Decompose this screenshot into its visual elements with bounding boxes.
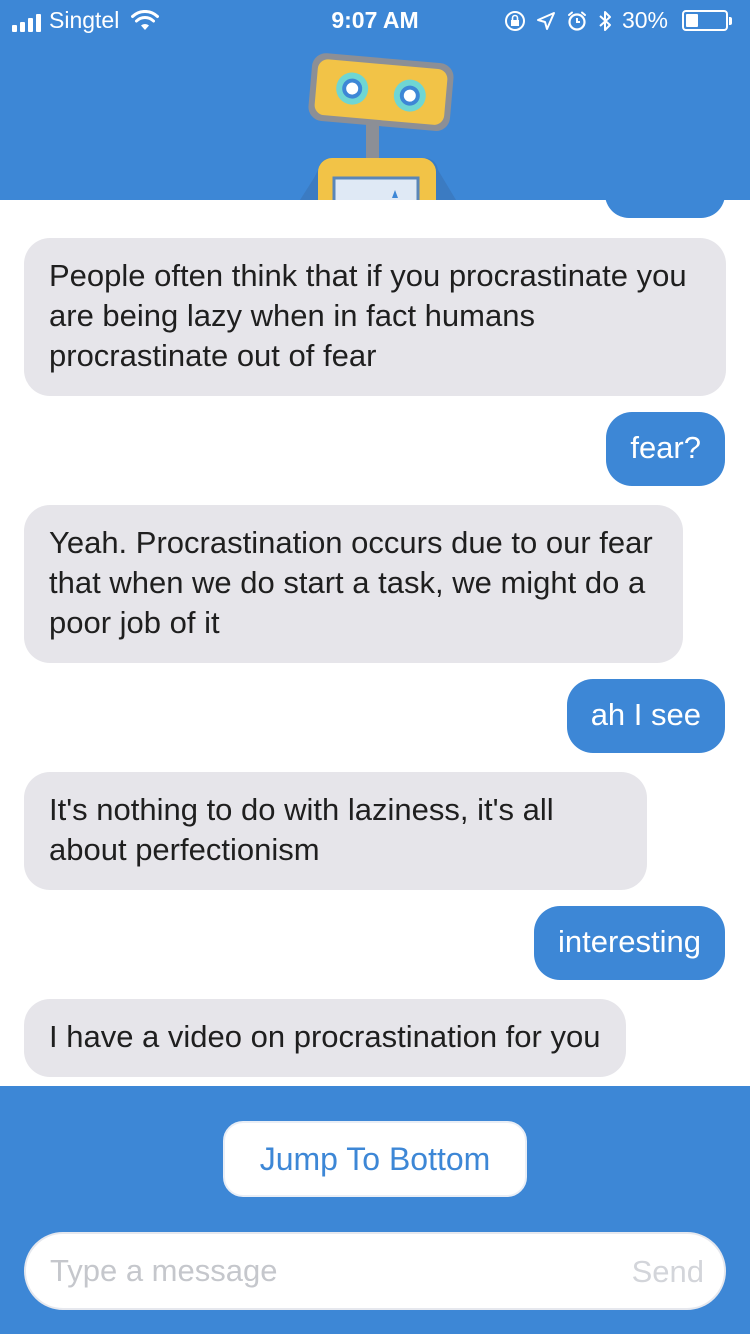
user-message-bubble: interesting [533, 906, 725, 980]
bot-message-bubble: It's nothing to do with laziness, it's a… [24, 772, 647, 890]
robot-mascot-icon [300, 53, 456, 200]
message-text: I have a video on procrastination for yo… [49, 1019, 601, 1054]
message-text: fear? [630, 430, 701, 465]
chat-footer: Jump To Bottom Send [0, 1086, 750, 1334]
app-header: Singtel 9:07 AM 30% [0, 0, 750, 200]
message-input[interactable] [50, 1246, 610, 1296]
user-message-bubble-clipped [605, 200, 725, 218]
message-text: ah I see [590, 697, 701, 732]
message-text: It's nothing to do with laziness, it's a… [49, 792, 554, 867]
user-message-bubble: ah I see [566, 679, 725, 753]
bot-message-bubble: I have a video on procrastination for yo… [24, 999, 627, 1077]
message-text: Yeah. Procrastination occurs due to our … [49, 525, 653, 640]
bot-message-bubble: Yeah. Procrastination occurs due to our … [24, 505, 683, 663]
bot-message-bubble: People often think that if you procrasti… [24, 238, 726, 396]
message-text: People often think that if you procrasti… [49, 258, 687, 373]
user-message-bubble: fear? [606, 412, 725, 486]
message-text: interesting [557, 924, 701, 959]
chat-screen: Singtel 9:07 AM 30% People often think t… [0, 0, 750, 1334]
jump-to-bottom-button[interactable]: Jump To Bottom [223, 1121, 527, 1197]
message-list[interactable]: People often think that if you procrasti… [0, 200, 750, 1086]
message-input-container: Send [24, 1232, 726, 1310]
send-button[interactable]: Send [632, 1254, 704, 1290]
